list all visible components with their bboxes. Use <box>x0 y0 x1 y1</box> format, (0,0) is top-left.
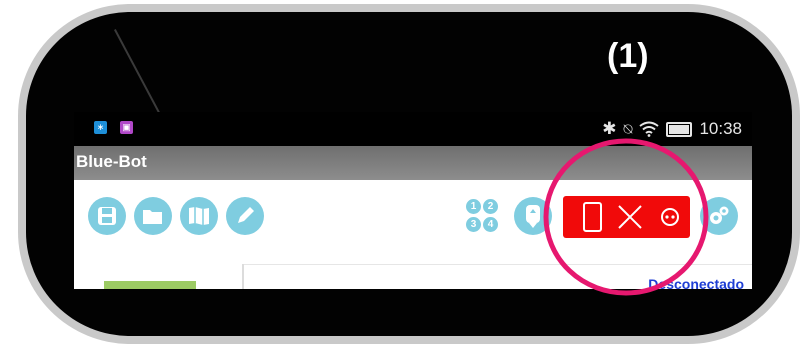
bluetooth-icon: ✱ <box>602 119 617 138</box>
number-badge: 2 <box>483 199 498 214</box>
save-icon <box>98 207 116 225</box>
app-title: Blue-Bot <box>76 152 147 171</box>
highlight-circle <box>543 138 709 296</box>
image-app-icon: ▣ <box>120 121 133 134</box>
edit-button[interactable] <box>226 197 264 235</box>
save-button[interactable] <box>88 197 126 235</box>
map-button[interactable] <box>180 197 218 235</box>
open-folder-button[interactable] <box>134 197 172 235</box>
battery-icon <box>666 121 693 137</box>
step-numbers-button[interactable]: 1 2 3 4 <box>466 199 498 233</box>
number-badge: 4 <box>483 217 498 232</box>
number-badge: 3 <box>466 217 481 232</box>
number-badge: 1 <box>466 199 481 214</box>
bluetooth-app-icon: ∗ <box>94 121 107 134</box>
pencil-icon <box>238 207 254 223</box>
vibrate-off-icon: ⍉ <box>623 120 633 138</box>
map-icon <box>189 207 209 225</box>
open-folder-icon <box>143 210 162 224</box>
robot-step-icon <box>526 205 540 228</box>
status-icons: ✱ ⍉ 10:38 <box>602 119 742 139</box>
program-block[interactable] <box>104 281 196 289</box>
wifi-icon <box>639 121 660 137</box>
status-time: 10:38 <box>699 119 742 138</box>
annotation-label: (1) <box>607 37 649 75</box>
